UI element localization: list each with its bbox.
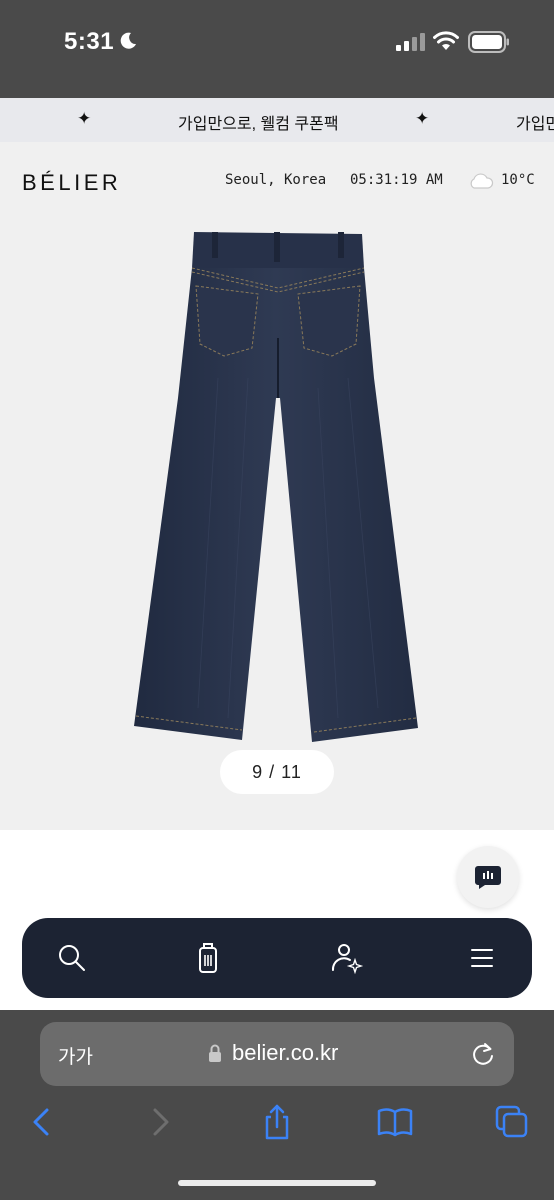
- promo-text[interactable]: 가입만으: [516, 110, 554, 134]
- address-bar[interactable]: 가가 belier.co.kr: [40, 1022, 514, 1086]
- search-button[interactable]: [52, 938, 92, 978]
- forward-button[interactable]: [140, 1102, 180, 1142]
- reload-icon[interactable]: [470, 1041, 496, 1067]
- bookmarks-button[interactable]: [375, 1102, 415, 1142]
- search-icon: [59, 945, 85, 971]
- bottom-navigation: [22, 918, 532, 998]
- text-size-button[interactable]: 가가: [58, 1042, 93, 1069]
- product-image-jeans[interactable]: [128, 228, 428, 744]
- tabs-button[interactable]: [492, 1102, 532, 1142]
- status-time: 5:31: [64, 28, 115, 55]
- menu-button[interactable]: [462, 938, 502, 978]
- signal-icon: [396, 33, 425, 51]
- account-icon: [331, 944, 364, 975]
- cart-button[interactable]: [188, 938, 228, 978]
- lock-icon: [209, 1044, 221, 1062]
- chat-button[interactable]: [457, 846, 519, 908]
- sparkle-icon: ✦: [415, 109, 430, 128]
- product-gallery[interactable]: 9 / 11: [0, 222, 554, 830]
- home-indicator: [178, 1180, 376, 1186]
- share-icon: [265, 1104, 289, 1140]
- tabs-icon: [495, 1105, 528, 1138]
- clock-text: 05:31:19 AM: [350, 172, 443, 188]
- promo-ticker[interactable]: ✦ 가입만으로, 웰컴 쿠폰팩 ✦ 가입만으: [0, 98, 554, 142]
- menu-icon: [471, 949, 493, 967]
- status-bar: 5:31: [0, 0, 554, 98]
- brand-logo[interactable]: BÉLIER: [22, 170, 121, 196]
- back-icon: [33, 1108, 49, 1136]
- battery-icon: [468, 31, 509, 53]
- share-button[interactable]: [257, 1102, 297, 1142]
- browser-toolbar: 가가 belier.co.kr: [0, 1010, 554, 1200]
- moon-icon: [120, 32, 136, 49]
- promo-text[interactable]: 가입만으로, 웰컴 쿠폰팩: [178, 110, 339, 134]
- account-button[interactable]: [326, 938, 366, 978]
- wifi-icon: [433, 31, 459, 50]
- back-button[interactable]: [22, 1102, 62, 1142]
- site-header: BÉLIER Seoul, Korea 05:31:19 AM 10°C: [0, 142, 554, 222]
- bookmarks-icon: [377, 1108, 413, 1137]
- forward-icon: [153, 1108, 169, 1136]
- image-pager: 9 / 11: [220, 750, 334, 794]
- temperature-text: 10°C: [501, 172, 535, 188]
- location-text: Seoul, Korea: [225, 172, 327, 188]
- shopping-bag-icon: [199, 943, 217, 973]
- chat-icon: [475, 866, 501, 889]
- cloud-icon: [470, 173, 494, 189]
- sparkle-icon: ✦: [77, 109, 92, 128]
- url-text[interactable]: belier.co.kr: [232, 1040, 338, 1066]
